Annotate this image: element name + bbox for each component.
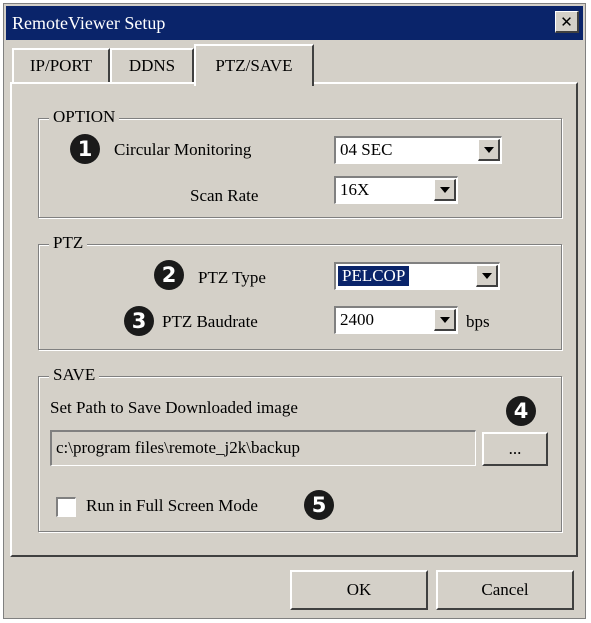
baudrate-unit: bps bbox=[466, 312, 490, 331]
ptz-group: PTZ bbox=[38, 233, 562, 350]
select-value: 04 SEC bbox=[340, 140, 393, 159]
browse-button[interactable]: ... bbox=[482, 432, 548, 466]
chevron-down-icon[interactable] bbox=[434, 309, 456, 331]
select-value: 16X bbox=[340, 180, 370, 199]
setup-dialog: RemoteViewer Setup ✕ IP/PORT DDNS PTZ/SA… bbox=[3, 3, 586, 619]
ptz-type-select[interactable]: PELCOP bbox=[334, 262, 500, 290]
fullscreen-label: Run in Full Screen Mode bbox=[86, 496, 258, 515]
close-icon: ✕ bbox=[560, 12, 573, 31]
callout-marker-1: 1 bbox=[70, 134, 100, 164]
save-path-field[interactable]: c:\program files\remote_j2k\backup bbox=[50, 430, 476, 466]
save-group-title: SAVE bbox=[49, 365, 100, 385]
select-value: 2400 bbox=[340, 310, 374, 329]
fullscreen-checkbox[interactable] bbox=[56, 497, 76, 517]
close-button[interactable]: ✕ bbox=[555, 11, 579, 33]
callout-marker-4: 4 bbox=[506, 396, 536, 426]
scan-rate-select[interactable]: 16X bbox=[334, 176, 458, 204]
tab-label: IP/PORT bbox=[29, 56, 93, 75]
window-title: RemoteViewer Setup bbox=[12, 12, 166, 33]
save-path-value: c:\program files\remote_j2k\backup bbox=[56, 438, 301, 457]
chevron-down-icon[interactable] bbox=[476, 265, 498, 287]
select-value: PELCOP bbox=[338, 266, 410, 286]
title-bar[interactable]: RemoteViewer Setup ✕ bbox=[6, 6, 583, 40]
cancel-label: Cancel bbox=[481, 580, 529, 599]
tab-ptz-save[interactable]: PTZ/SAVE bbox=[194, 44, 314, 86]
ok-button[interactable]: OK bbox=[290, 570, 428, 610]
tab-ip-port[interactable]: IP/PORT bbox=[12, 48, 110, 82]
ptz-baudrate-select[interactable]: 2400 bbox=[334, 306, 458, 334]
chevron-down-icon[interactable] bbox=[478, 139, 500, 161]
callout-marker-5: 5 bbox=[304, 490, 334, 520]
scan-rate-label: Scan Rate bbox=[190, 186, 259, 205]
ptz-group-title: PTZ bbox=[49, 233, 88, 253]
option-group-title: OPTION bbox=[49, 107, 120, 127]
chevron-down-icon[interactable] bbox=[434, 179, 456, 201]
callout-number: 4 bbox=[513, 399, 529, 423]
ptz-baudrate-label: PTZ Baudrate bbox=[162, 312, 258, 331]
ok-label: OK bbox=[346, 580, 372, 599]
callout-marker-2: 2 bbox=[154, 260, 184, 290]
callout-number: 2 bbox=[161, 263, 177, 287]
callout-marker-3: 3 bbox=[124, 306, 154, 336]
callout-number: 5 bbox=[311, 493, 327, 517]
callout-number: 1 bbox=[77, 137, 93, 161]
circular-monitoring-label: Circular Monitoring bbox=[114, 140, 252, 159]
tab-label: PTZ/SAVE bbox=[215, 56, 293, 75]
browse-label: ... bbox=[508, 439, 522, 458]
ptz-type-label: PTZ Type bbox=[198, 268, 266, 287]
save-path-label: Set Path to Save Downloaded image bbox=[50, 398, 298, 417]
tab-ddns[interactable]: DDNS bbox=[110, 48, 194, 82]
cancel-button[interactable]: Cancel bbox=[436, 570, 574, 610]
callout-number: 3 bbox=[131, 309, 147, 333]
circular-monitoring-select[interactable]: 04 SEC bbox=[334, 136, 502, 164]
option-group: OPTION bbox=[38, 107, 562, 218]
tab-label: DDNS bbox=[128, 56, 176, 75]
